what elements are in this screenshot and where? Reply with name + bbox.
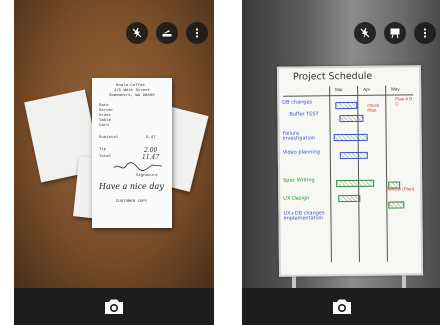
receipt-line: 475 West Street xyxy=(114,89,151,93)
camera-icon xyxy=(333,299,351,314)
top-toolbar xyxy=(126,22,208,44)
right-screen: Project Schedule Mar Apr May DB changes … xyxy=(242,0,440,325)
gantt-bar xyxy=(335,101,358,110)
receipt-line: Signature xyxy=(136,174,158,178)
whiteboard-mode-button[interactable] xyxy=(384,22,406,44)
schedule-row-label: Video planning xyxy=(282,149,321,156)
camera-icon xyxy=(105,299,123,314)
schedule-row-label: UX+DB changes Implementation xyxy=(283,210,325,222)
grid-line xyxy=(329,86,332,263)
receipt-footer: CUSTOMER COPY xyxy=(116,200,148,204)
more-vert-icon xyxy=(423,28,427,38)
month-header: Mar xyxy=(335,87,343,93)
schedule-row-label: Failure Investigation xyxy=(282,130,316,142)
gantt-bar xyxy=(339,151,368,160)
month-header: May xyxy=(391,86,400,92)
flash-off-icon xyxy=(360,28,370,38)
receipt-line: Somewhere, WA 98000 xyxy=(109,94,155,98)
schedule-row-label: DB changes xyxy=(282,99,313,106)
review-note: Review (Plan) xyxy=(386,186,415,192)
scan-mode-button[interactable] xyxy=(156,22,178,44)
schedule-row-label: Spec Writing xyxy=(283,177,315,184)
more-vert-icon xyxy=(195,28,199,38)
gantt-bar xyxy=(388,201,405,209)
check-plan-note: check Plan xyxy=(367,102,380,113)
tip-value: 2.00 xyxy=(144,147,158,154)
receipt-line: Card xyxy=(99,124,109,128)
receipt-line: Total xyxy=(99,155,112,159)
gantt-bar xyxy=(339,114,364,123)
capture-button[interactable] xyxy=(100,293,128,321)
flash-off-button[interactable] xyxy=(354,22,376,44)
left-screen: Koala Coffee 475 West Street Somewhere, … xyxy=(14,0,214,325)
whiteboard: Project Schedule Mar Apr May DB changes … xyxy=(276,65,424,277)
receipt-handwriting: Have a nice day xyxy=(99,182,164,191)
grid-line xyxy=(283,94,414,97)
flash-off-icon xyxy=(132,28,142,38)
gantt-bar xyxy=(333,133,368,142)
receipt-line: Subtotal xyxy=(99,136,119,140)
grid-line xyxy=(357,85,360,262)
more-options-button[interactable] xyxy=(186,22,208,44)
receipt-line: Tip xyxy=(99,148,107,152)
more-options-button[interactable] xyxy=(414,22,436,44)
subtotal-value: 9.47 xyxy=(146,136,156,140)
receipt-line: Order xyxy=(99,114,112,118)
month-header: Apr xyxy=(363,86,371,92)
gantt-bar xyxy=(338,194,361,203)
signature-scribble xyxy=(113,162,163,171)
receipt-document: Koala Coffee 475 West Street Somewhere, … xyxy=(92,78,172,228)
schedule-row-label: UX Design xyxy=(283,195,310,202)
whiteboard-title: Project Schedule xyxy=(292,70,373,83)
gantt-bar xyxy=(336,179,375,188)
top-toolbar xyxy=(354,22,436,44)
receipt-line: Koala Coffee xyxy=(116,84,145,88)
receipt-line: Server xyxy=(99,109,114,113)
capture-button[interactable] xyxy=(328,293,356,321)
receipt-line: Date xyxy=(99,104,109,108)
bottom-bar xyxy=(14,288,214,325)
scan-mode-icon xyxy=(162,30,172,37)
plan-note: Plan A B C xyxy=(395,96,413,107)
receipt-line: Table xyxy=(99,119,112,123)
schedule-row-label: Buffer TEST xyxy=(289,111,319,118)
flash-off-button[interactable] xyxy=(126,22,148,44)
bottom-bar xyxy=(242,288,440,325)
whiteboard-mode-icon xyxy=(390,28,400,39)
